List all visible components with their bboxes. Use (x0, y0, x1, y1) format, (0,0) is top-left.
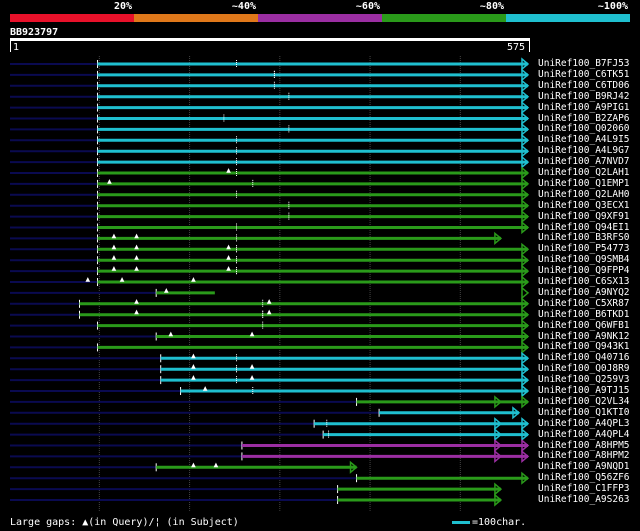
hit-label[interactable]: UniRef100_Q9XF91 (538, 211, 630, 222)
hit-label[interactable]: UniRef100_Q1EMP1 (538, 178, 630, 189)
query-gap-marker: ▲ (191, 374, 196, 381)
hit-label[interactable]: UniRef100_A8HPM2 (538, 451, 630, 461)
scale-label: ~40% (231, 1, 256, 12)
scale-swatch (452, 520, 470, 524)
hit-label[interactable]: UniRef100_C5XR87 (538, 298, 630, 309)
scale-segment (382, 14, 506, 22)
query-gap-marker: ▲ (86, 276, 91, 283)
query-gap-marker: ▲ (134, 298, 139, 305)
hit-label[interactable]: UniRef100_C6TD06 (538, 80, 630, 91)
query-gap-marker: ▲ (250, 363, 255, 370)
hit-label[interactable]: UniRef100_A9NQD1 (538, 462, 630, 472)
query-gap-marker: ▲ (112, 254, 117, 261)
hit-label[interactable]: UniRef100_Q0J8R9 (538, 364, 630, 374)
hit-label[interactable]: UniRef100_B2ZAP6 (538, 113, 630, 124)
hit-label[interactable]: UniRef100_Q2VL34 (538, 396, 630, 407)
query-gap-marker: ▲ (112, 243, 117, 250)
hit-label[interactable]: UniRef100_C6TK51 (538, 69, 630, 80)
gap-legend: Large gaps: ▲(in Query)/¦ (in Subject) (10, 517, 239, 528)
query-gap-marker: ▲ (134, 309, 139, 316)
query-gap-marker: ▲ (191, 363, 196, 370)
hit-label[interactable]: UniRef100_A9TJ15 (538, 386, 630, 396)
query-gap-marker: ▲ (191, 461, 196, 468)
hit-label[interactable]: UniRef100_Q1KTI0 (538, 407, 630, 418)
query-gap-marker: ▲ (250, 331, 255, 338)
hit-label[interactable]: UniRef100_A4QPL3 (538, 418, 630, 429)
scale-segment (134, 14, 258, 22)
hit-arrow (521, 286, 530, 300)
hit-label[interactable]: UniRef100_Q94EI1 (538, 222, 630, 233)
query-gap-marker: ▲ (107, 178, 112, 185)
query-gap-marker: ▲ (226, 254, 231, 261)
query-gap-marker: ▲ (214, 461, 219, 468)
hit-label[interactable]: UniRef100_A4L9I5 (538, 135, 630, 145)
query-gap-marker: ▲ (134, 265, 139, 272)
query-gap-marker: ▲ (267, 298, 272, 305)
hit-label[interactable]: UniRef100_Q943K1 (538, 342, 630, 352)
ruler-end-tick (529, 41, 530, 52)
ruler-start-tick (10, 41, 11, 52)
query-gap-marker: ▲ (267, 309, 272, 316)
hit-label[interactable]: UniRef100_Q9SMB4 (538, 255, 630, 265)
scale-segment (10, 14, 134, 22)
query-gap-marker: ▲ (203, 385, 208, 392)
hit-label[interactable]: UniRef100_A9NK12 (538, 331, 630, 342)
hit-label[interactable]: UniRef100_A4L9G7 (538, 146, 630, 156)
hit-label[interactable]: UniRef100_Q02060 (538, 124, 630, 134)
query-gap-marker: ▲ (226, 167, 231, 174)
hit-label[interactable]: UniRef100_A8HPM5 (538, 440, 630, 451)
ruler-start-label: 1 (13, 42, 20, 53)
scale-segment (506, 14, 630, 22)
hit-label[interactable]: UniRef100_A9S263 (538, 495, 630, 505)
scale-label: ~80% (479, 1, 504, 12)
scale-label: 20% (113, 1, 132, 12)
hit-label[interactable]: UniRef100_Q3ECX1 (538, 200, 630, 211)
hit-label[interactable]: UniRef100_Q40716 (538, 353, 630, 363)
hit-label[interactable]: UniRef100_B6TKD1 (538, 309, 630, 320)
query-gap-marker: ▲ (191, 352, 196, 359)
ruler-bar (10, 38, 530, 41)
query-gap-marker: ▲ (164, 287, 169, 294)
scale-legend-text: =100char. (472, 517, 527, 528)
query-gap-marker: ▲ (169, 331, 174, 338)
scale-label: ~60% (355, 1, 380, 12)
hit-label[interactable]: UniRef100_B9RJ42 (538, 91, 630, 102)
scale-label: ~100% (597, 1, 628, 12)
hit-label[interactable]: UniRef100_Q9FPP4 (538, 266, 630, 276)
hit-label[interactable]: UniRef100_Q2LAH0 (538, 189, 630, 200)
hit-label[interactable]: UniRef100_B7FJ53 (538, 59, 630, 69)
query-gap-marker: ▲ (191, 276, 196, 283)
query-gap-marker: ▲ (112, 265, 117, 272)
query-ruler: 1 575 (10, 38, 530, 54)
scale-segment (258, 14, 382, 22)
query-gap-marker: ▲ (134, 232, 139, 239)
hit-label[interactable]: UniRef100_P54773 (538, 244, 630, 254)
scale-legend: =100char. (452, 517, 526, 528)
hit-label[interactable]: UniRef100_Q2LAH1 (538, 168, 630, 178)
hit-label[interactable]: UniRef100_A9NYQ2 (538, 287, 630, 298)
hit-label[interactable]: UniRef100_A9PIG1 (538, 102, 630, 113)
query-name: BB923797 (10, 27, 59, 38)
hit-label[interactable]: UniRef100_Q56ZF6 (538, 473, 630, 483)
hit-label[interactable]: UniRef100_Q6WFB1 (538, 320, 630, 331)
ruler-end-label: 575 (507, 42, 526, 53)
query-gap-marker: ▲ (112, 232, 117, 239)
query-gap-marker: ▲ (250, 374, 255, 381)
hit-label[interactable]: UniRef100_A4QPL4 (538, 429, 630, 440)
query-gap-marker: ▲ (226, 265, 231, 272)
query-gap-marker: ▲ (134, 243, 139, 250)
hit-label[interactable]: UniRef100_B3RFS0 (538, 233, 630, 243)
hit-label[interactable]: UniRef100_Q259V3 (538, 375, 630, 385)
query-gap-marker: ▲ (134, 254, 139, 261)
query-gap-marker: ▲ (226, 243, 231, 250)
hit-label[interactable]: UniRef100_C1FFP3 (538, 484, 630, 494)
identity-color-scale: 20% ~40% ~60% ~80% ~100% (10, 0, 640, 22)
query-gap-marker: ▲ (120, 276, 125, 283)
hit-label[interactable]: UniRef100_C6SX13 (538, 277, 630, 287)
hit-label[interactable]: UniRef100_A7NVD7 (538, 157, 630, 167)
